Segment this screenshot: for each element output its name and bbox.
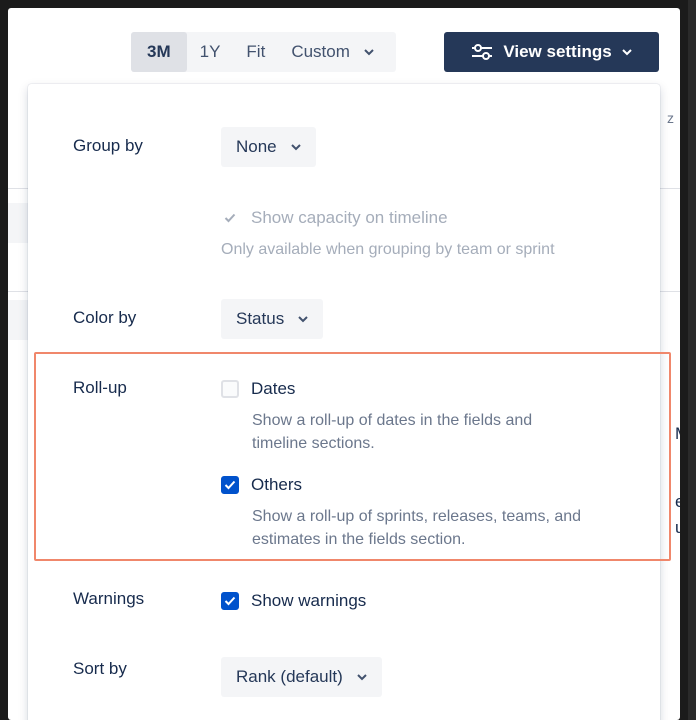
capacity-checkbox[interactable] [221,209,239,227]
rollup-dates-help-line: Show a roll-up of dates in the fields an… [252,412,533,429]
timeline-range-group: 3M 1Y Fit Custom [131,32,396,72]
rollup-dates-help: Show a roll-up of dates in the fields an… [252,409,632,455]
rollup-dates-help-line: timeline sections. [252,435,375,452]
window-edge [688,0,696,720]
warnings-label: Warnings [73,589,145,608]
background-fragment: z [667,110,674,126]
range-1y-label: 1Y [199,42,221,61]
color-by-value: Status [236,309,285,328]
range-1y-button[interactable]: 1Y [187,32,234,72]
background-fragment: ee [675,492,680,511]
color-by-label: Color by [73,308,137,327]
sort-by-label: Sort by [73,659,127,678]
capacity-option: Show capacity on timeline [221,208,448,228]
chevron-down-icon [298,315,308,323]
rollup-others-label: Others [251,475,303,494]
range-3m-label: 3M [147,42,171,61]
chevron-down-icon [357,673,367,681]
background-row [8,203,30,243]
rollup-others-checkbox[interactable] [221,476,239,494]
chevron-down-icon [621,48,632,56]
background-fragment: un [675,518,680,537]
group-by-label: Group by [73,136,143,155]
rollup-others-option: Others [221,475,302,495]
rollup-others-help: Show a roll-up of sprints, releases, tea… [252,505,642,551]
view-settings-panel: Group by None Show capacity on timeline … [28,84,660,720]
sort-by-select[interactable]: Rank (default) [221,657,382,697]
rollup-label: Roll-up [73,378,127,397]
chevron-down-icon [364,48,374,56]
view-settings-button[interactable]: View settings [444,32,659,72]
view-settings-label: View settings [503,42,612,61]
chevron-down-icon [290,143,301,151]
rollup-dates-option: Dates [221,379,295,399]
group-by-value: None [236,137,277,156]
show-warnings-checkbox[interactable] [221,592,239,610]
rollup-dates-checkbox[interactable] [221,380,239,398]
range-fit-button[interactable]: Fit [233,32,278,72]
range-custom-button[interactable]: Custom [278,32,396,72]
warnings-option: Show warnings [221,591,366,611]
rollup-others-help-line: estimates in the fields section. [252,531,466,548]
group-by-select[interactable]: None [221,127,316,167]
capacity-help-text: Only available when grouping by team or … [221,241,555,258]
range-custom-label: Custom [291,42,350,61]
color-by-select[interactable]: Status [221,299,324,339]
sort-by-value: Rank (default) [236,667,343,686]
show-warnings-label: Show warnings [251,591,367,610]
rollup-dates-label: Dates [251,379,296,398]
background-fragment: M [675,424,680,444]
range-3m-button[interactable]: 3M [131,32,187,72]
capacity-label: Show capacity on timeline [251,208,448,227]
sliders-icon [471,43,493,61]
background-row [8,300,30,340]
range-fit-label: Fit [246,42,266,61]
rollup-others-help-line: Show a roll-up of sprints, releases, tea… [252,508,582,525]
app-window: z M ee un 3M 1Y Fit Custom [8,8,680,720]
